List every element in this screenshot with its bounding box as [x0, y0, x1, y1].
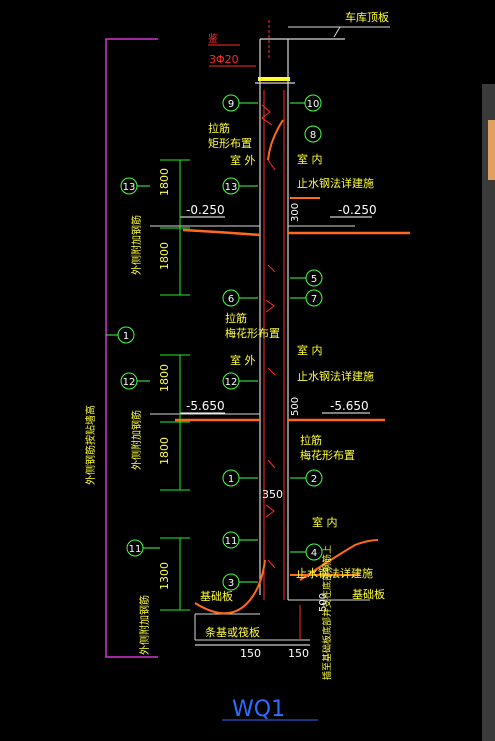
callout-3: 3	[228, 578, 234, 589]
callout-11a: 11	[129, 544, 142, 555]
drawing-title: WQ1	[232, 697, 285, 722]
anchor-note: 插至基础板底部并支在底部钢筋上	[321, 545, 333, 680]
scrollbar-track[interactable]	[482, 84, 495, 741]
dim-1800-b: 1800	[158, 242, 171, 270]
dim-1800-c: 1800	[158, 364, 171, 392]
waterstop-mid: 止水钢法详建施	[297, 369, 374, 383]
level-upper-left: -0.250	[186, 203, 225, 217]
inside-label-upper: 室 内	[297, 152, 323, 166]
wall-section-drawing: 外侧钢筋按贴墙高 车库顶板 3Φ20 鉴 -0.250 -0.250 -5.65…	[0, 0, 495, 741]
callout-13a: 13	[123, 182, 136, 193]
tie-quincunx-line2-a: 梅花形布置	[225, 326, 280, 340]
callout-9: 9	[228, 99, 234, 110]
dim-150-a: 150	[240, 647, 261, 660]
callout-6: 6	[228, 294, 234, 305]
waterstop-low: 止水钢法详建施	[296, 566, 373, 580]
callout-11b: 11	[225, 536, 238, 547]
callout-10: 10	[307, 99, 320, 110]
tie-rect-line2: 矩形布置	[208, 137, 252, 150]
callout-2: 2	[311, 474, 317, 485]
outer-reinf-label-3: 外侧附加钢筋	[138, 595, 151, 655]
tie-quincunx-line2-b: 梅花形布置	[300, 448, 355, 462]
dim-1800-d: 1800	[158, 437, 171, 465]
tie-rect-line1: 拉筋	[208, 121, 230, 135]
callout-4: 4	[311, 548, 317, 559]
tie-quincunx-line1-b: 拉筋	[300, 433, 322, 447]
outer-reinf-label-2: 外侧附加钢筋	[130, 410, 143, 470]
outer-reinf-label-1: 外侧附加钢筋	[130, 215, 143, 275]
dim-1300: 1300	[158, 562, 171, 590]
level-upper-right: -0.250	[338, 203, 377, 217]
callout-12a: 12	[123, 377, 136, 388]
outside-label-upper: 室 外	[230, 153, 256, 167]
level-lower-left: -5.650	[186, 399, 225, 413]
waterstop-upper: 止水钢法详建施	[297, 176, 374, 190]
dim-150-b: 150	[288, 647, 309, 660]
outer-reinf-long-label: 外侧钢筋按贴墙高	[84, 405, 97, 485]
red-tag: 鉴	[208, 32, 218, 45]
callout-5: 5	[311, 274, 317, 285]
callout-7: 7	[311, 294, 317, 305]
dim-350: 350	[262, 488, 283, 501]
callout-12b: 12	[225, 377, 238, 388]
outside-label-mid: 室 外	[230, 353, 256, 367]
dim-500-a: 500	[290, 397, 301, 416]
dim-1800-a: 1800	[158, 168, 171, 196]
scrollbar-thumb[interactable]	[488, 120, 495, 180]
level-lower-right: -5.650	[330, 399, 369, 413]
top-beam	[258, 77, 290, 81]
inside-label-mid: 室 内	[297, 343, 323, 357]
inside-label-low: 室 内	[312, 515, 338, 529]
base-slab-right-label: 基础板	[352, 587, 385, 601]
base-slab-label: 基础板	[200, 589, 233, 603]
tie-quincunx-line1-a: 拉筋	[225, 311, 247, 325]
roof-label: 车库顶板	[345, 10, 389, 24]
dim-300: 300	[290, 203, 301, 222]
callout-1a: 1	[123, 331, 129, 342]
callout-8: 8	[310, 130, 316, 141]
callout-1b: 1	[228, 474, 234, 485]
callout-13b: 13	[225, 182, 238, 193]
rebar-callout: 3Φ20	[209, 53, 239, 66]
strip-foundation-label: 条基或筏板	[205, 625, 260, 639]
